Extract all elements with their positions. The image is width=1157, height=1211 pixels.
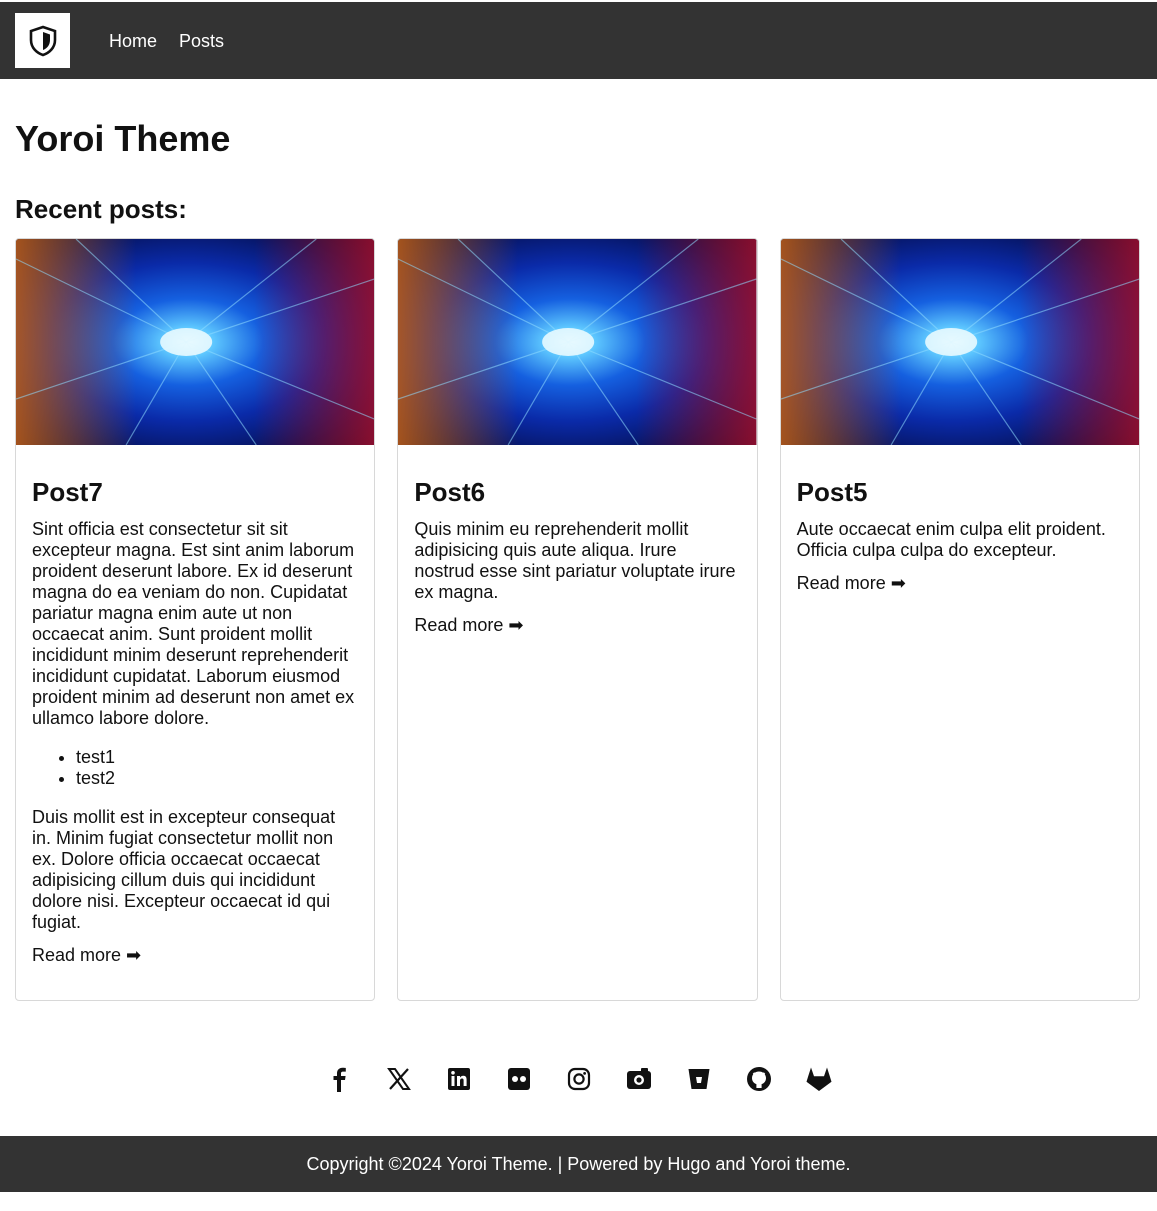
bitbucket-icon[interactable] [684,1064,714,1094]
post-card: Post6 Quis minim eu reprehenderit mollit… [397,238,758,1001]
footer: Copyright ©2024 Yoroi Theme. | Powered b… [0,1136,1157,1192]
post-excerpt: Duis mollit est in excepteur consequat i… [32,807,336,932]
post-card: Post5 Aute occaecat enim culpa elit proi… [779,238,1140,1001]
list-item: test1 [76,747,358,768]
section-title: Recent posts: [15,194,187,224]
post-cards: Post7 Sint officia est consectetur sit s… [15,238,1140,1001]
post-title[interactable]: Post7 [32,477,358,507]
camera-icon[interactable] [624,1064,654,1094]
post-excerpt: Aute occaecat enim culpa elit proident. … [796,519,1106,560]
shield-icon [29,25,56,56]
post-image[interactable] [780,239,1139,445]
read-more-link[interactable]: Read more ➡ [414,615,523,636]
instagram-icon[interactable] [564,1064,594,1094]
post-image[interactable] [16,239,375,445]
x-icon[interactable] [384,1064,414,1094]
post-title[interactable]: Post6 [414,477,740,507]
footer-text: Copyright ©2024 Yoroi Theme. | Powered b… [306,1153,851,1174]
nav-posts[interactable]: Posts [179,30,224,52]
read-more-link[interactable]: Read more ➡ [797,573,906,594]
post-title[interactable]: Post5 [797,477,1123,507]
nav-home[interactable]: Home [109,30,157,52]
social-links [0,1064,1157,1094]
top-navbar: Home Posts [0,2,1157,79]
logo[interactable] [15,13,70,68]
main-nav: Home Posts [109,30,224,52]
linkedin-icon[interactable] [444,1064,474,1094]
post-card: Post7 Sint officia est consectetur sit s… [15,238,376,1001]
gitlab-icon[interactable] [804,1064,834,1094]
post-list: test1 test2 [76,747,358,789]
read-more-link[interactable]: Read more ➡ [32,945,141,966]
flickr-icon[interactable] [504,1064,534,1094]
post-excerpt: Quis minim eu reprehenderit mollit adipi… [414,519,736,602]
list-item: test2 [76,768,358,789]
post-excerpt: Sint officia est consectetur sit sit exc… [32,519,355,728]
post-image[interactable] [398,239,757,445]
page-title: Yoroi Theme [15,118,231,159]
github-icon[interactable] [744,1064,774,1094]
facebook-icon[interactable] [324,1064,354,1094]
